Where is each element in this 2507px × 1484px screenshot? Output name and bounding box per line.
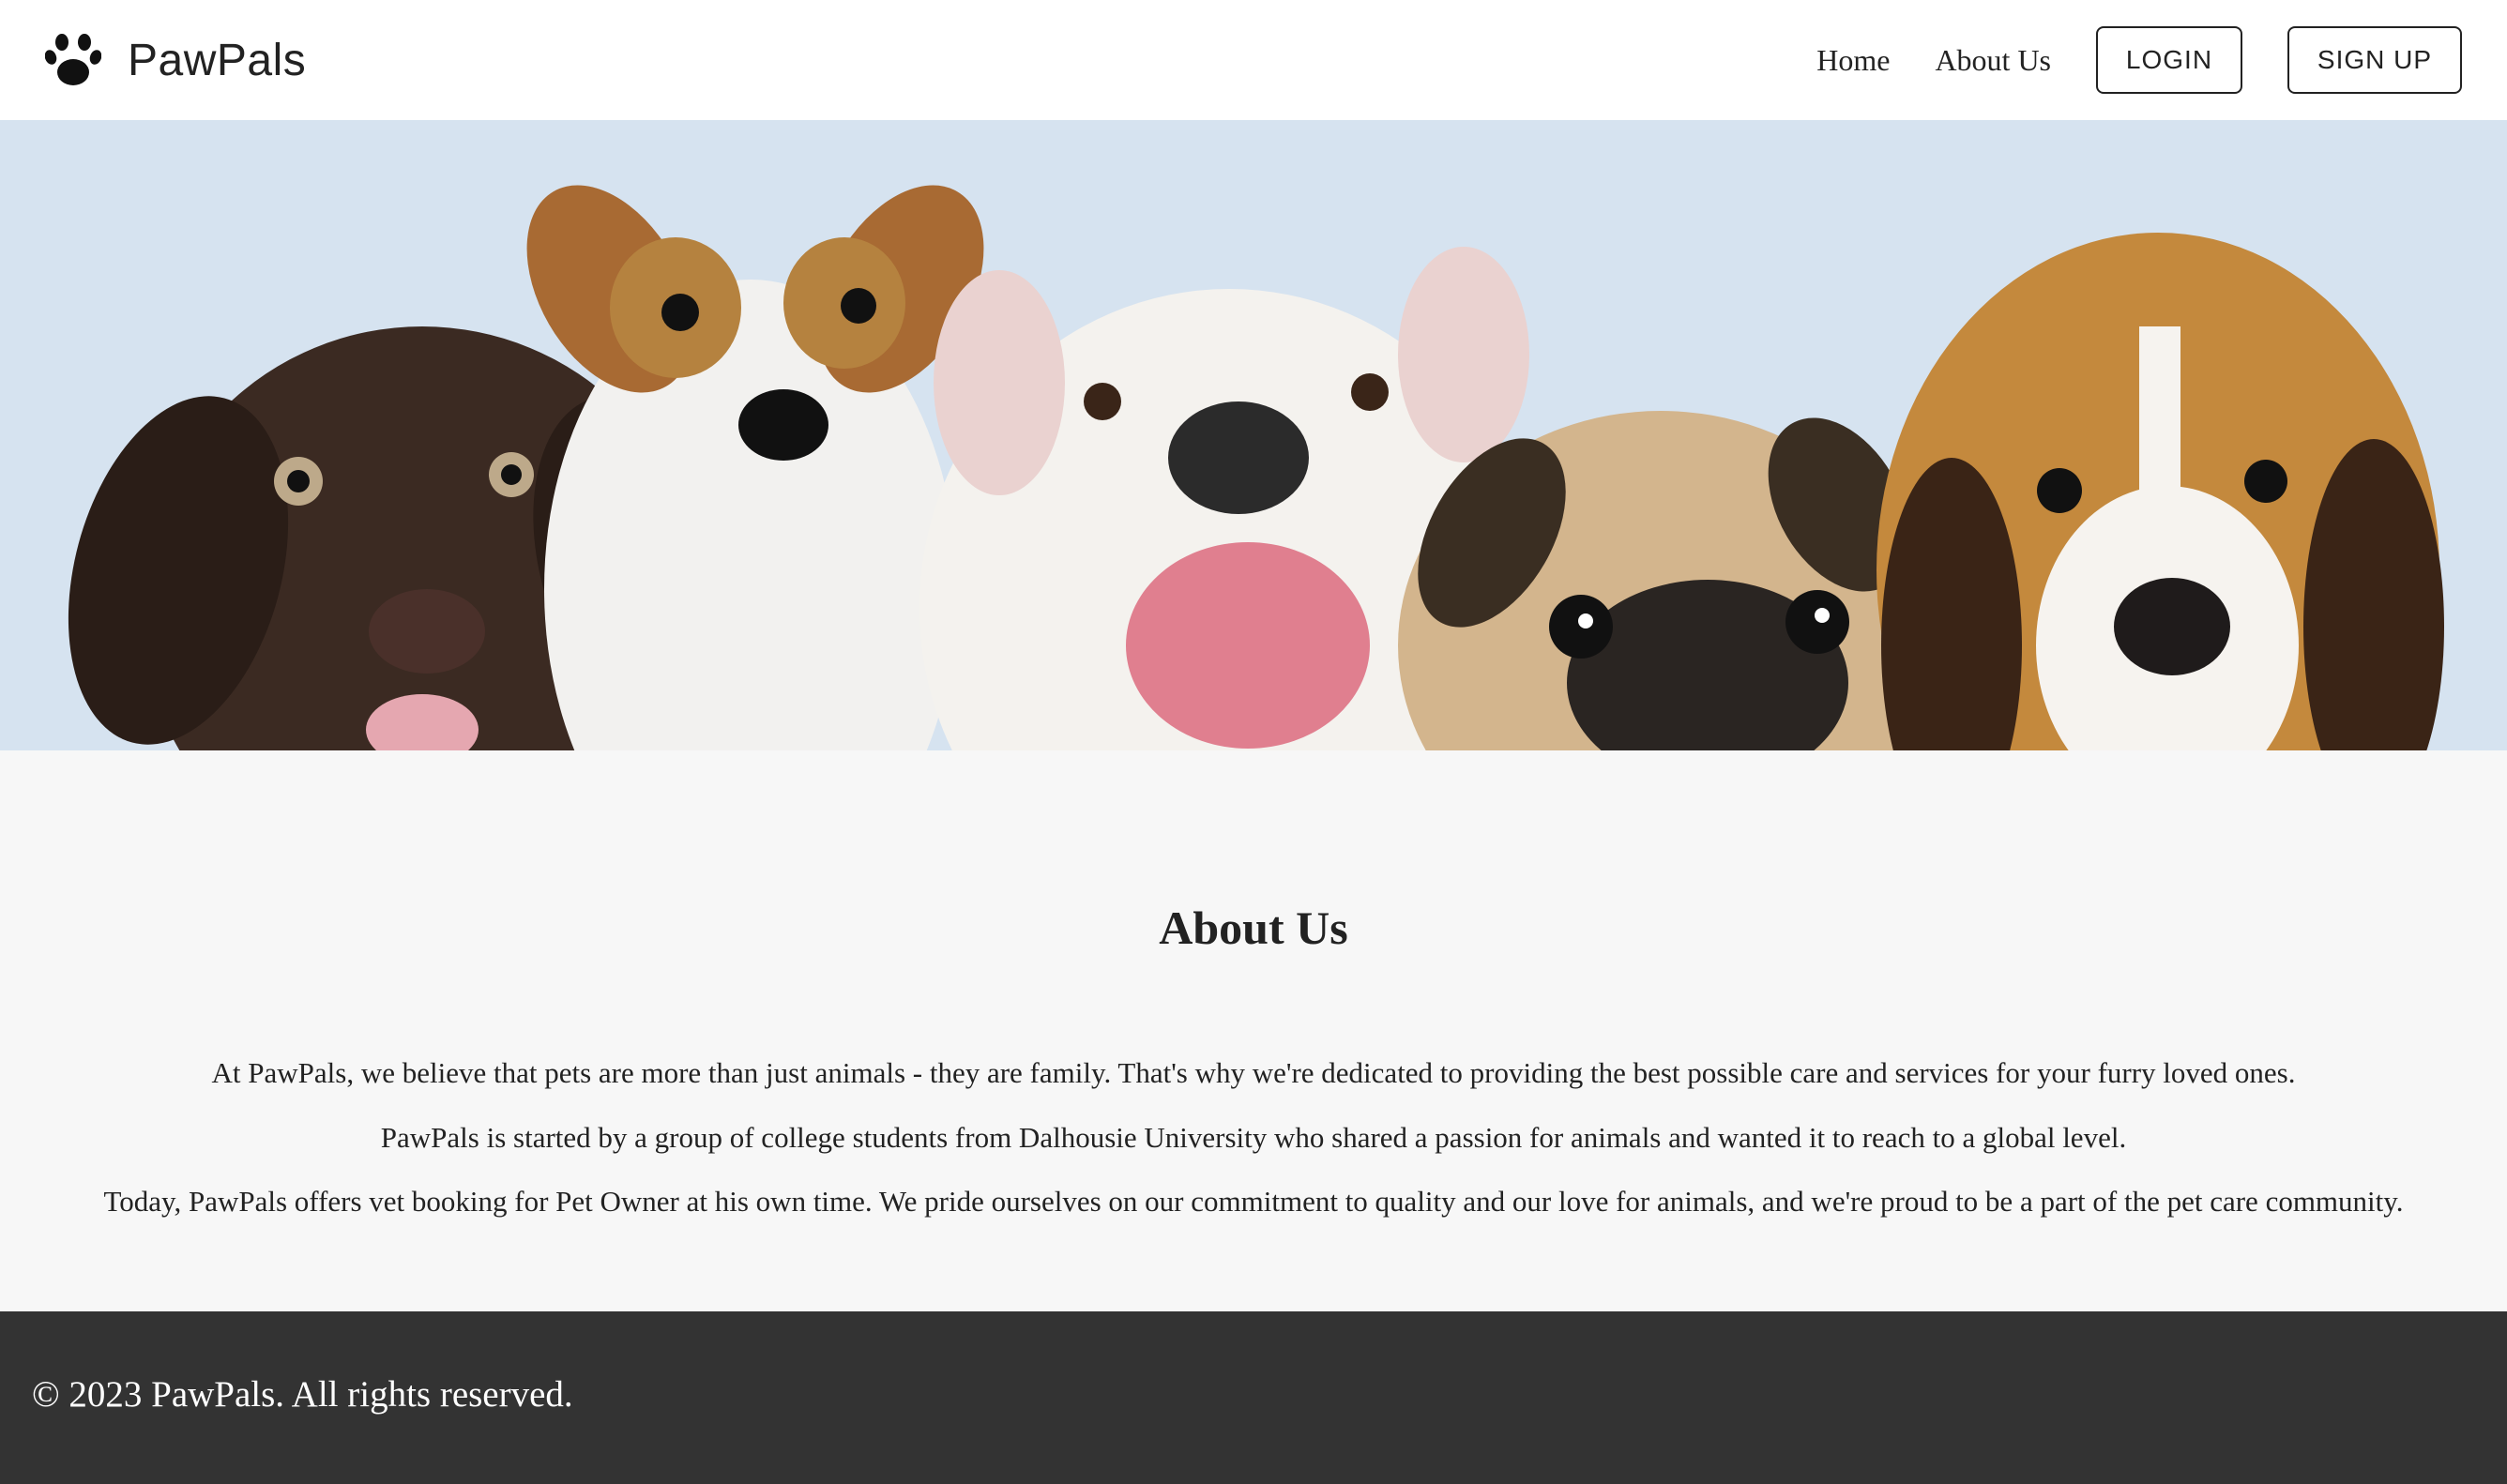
paw-icon [45, 34, 101, 85]
nav-about-link[interactable]: About Us [1935, 43, 2051, 78]
about-paragraph-3: Today, PawPals offers vet booking for Pe… [103, 1185, 2404, 1218]
signup-button[interactable]: SIGN UP [2287, 26, 2462, 94]
about-title: About Us [1159, 901, 1348, 954]
hero-banner [0, 120, 2507, 750]
navbar: PawPals Home About Us LOGIN SIGN UP [0, 0, 2507, 120]
copyright-text: © 2023 PawPals. All rights reserved. [32, 1374, 573, 1415]
about-section: About Us At PawPals, we believe that pet… [0, 750, 2507, 1311]
footer: © 2023 PawPals. All rights reserved. [0, 1311, 2507, 1484]
nav-home-link[interactable]: Home [1816, 43, 1890, 78]
hero-puppies-image [0, 120, 2507, 750]
about-paragraph-1: At PawPals, we believe that pets are mor… [211, 1056, 2296, 1089]
brand-name: PawPals [128, 35, 307, 85]
brand[interactable]: PawPals [45, 31, 306, 89]
login-button[interactable]: LOGIN [2096, 26, 2242, 94]
about-paragraph-2: PawPals is started by a group of college… [380, 1121, 2127, 1154]
nav-links: Home About Us LOGIN SIGN UP [1816, 26, 2462, 94]
